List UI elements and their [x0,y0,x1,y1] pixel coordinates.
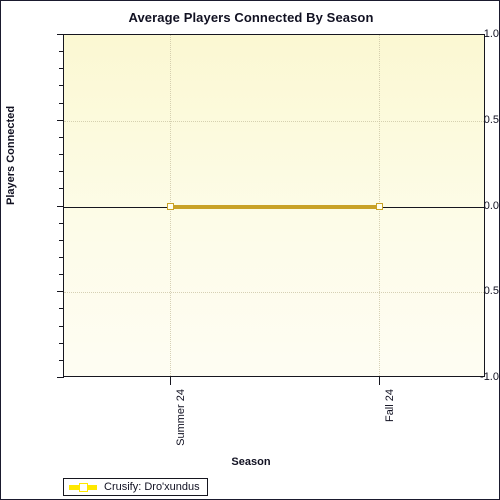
chart-title: Average Players Connected By Season [128,10,374,25]
y-tick--1.0 [57,377,64,378]
y-axis-label: Players Connected [5,105,17,205]
legend-item-label: Crusify: Dro'xundus [104,481,200,493]
x-tick-fall-24 [379,377,380,385]
gridline-horizontal [64,292,484,294]
data-point-summer-24[interactable] [166,203,174,210]
x-tick-summer-24 [170,377,171,385]
legend-marker-icon [78,482,88,492]
x-tick-label-fall-24: Fall 24 [384,389,396,423]
x-axis-label: Season [231,456,271,468]
chart-container: Average Players Connected By Season 1.0 … [0,0,500,500]
gridline-horizontal [64,120,484,123]
plot-area [63,34,485,377]
x-tick-label-summer-24: Summer 24 [175,389,187,446]
data-point-fall-24[interactable] [375,203,383,210]
legend-swatch-icon [69,482,97,493]
series-line-crusify-droxundus [170,204,380,209]
legend[interactable]: Crusify: Dro'xundus [63,478,208,496]
